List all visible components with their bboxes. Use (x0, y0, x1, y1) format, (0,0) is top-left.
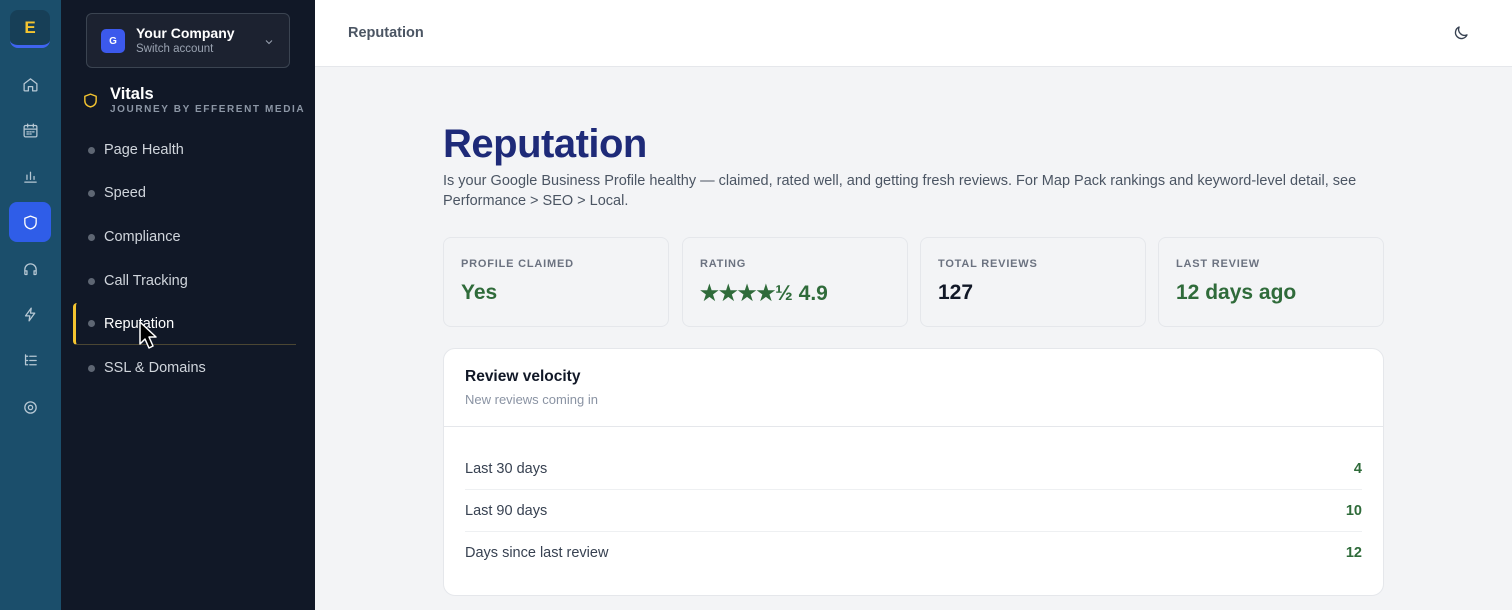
account-name: Your Company (136, 25, 235, 41)
stat-label: TOTAL REVIEWS (938, 258, 1038, 270)
bullet-dot (88, 146, 95, 154)
stat-value: 12 days ago (1176, 281, 1297, 304)
bullet-dot (88, 189, 95, 197)
vitals-nav-button[interactable] (9, 202, 51, 242)
list-item: Days since last review 12 (465, 532, 1362, 574)
bullet-dot (88, 320, 95, 327)
section-subtitle: JOURNEY BY EFFERENT MEDIA (110, 104, 306, 115)
top-bar: Reputation (315, 0, 1512, 67)
panel-title: Review velocity (465, 368, 581, 385)
panel-subtitle: New reviews coming in (465, 392, 598, 407)
stat-label: LAST REVIEW (1176, 258, 1260, 270)
sidebar-item-ssl-domains[interactable]: SSL & Domains (73, 347, 296, 389)
list-tree-icon (24, 353, 37, 365)
row-value: 10 (1345, 502, 1362, 519)
sidebar-item-reputation[interactable]: Reputation (73, 303, 296, 345)
shield-icon (82, 92, 99, 109)
icon-rail: E (0, 0, 61, 610)
section-title: Vitals (110, 85, 154, 103)
sidebar-item-label: SSL & Domains (104, 360, 206, 376)
moon-icon (1454, 26, 1468, 40)
analytics-nav-button[interactable] (9, 156, 51, 196)
list-item: Last 90 days 10 (465, 490, 1362, 532)
bar-chart-icon (23, 171, 37, 183)
home-nav-button[interactable] (9, 64, 51, 104)
bullet-dot (88, 233, 95, 241)
settings-nav-button[interactable] (9, 387, 51, 427)
sidebar-item-compliance[interactable]: Compliance (73, 216, 296, 258)
sidebar-item-speed[interactable]: Speed (73, 172, 296, 214)
review-velocity-panel: Review velocity New reviews coming in La… (443, 348, 1384, 596)
calendar-icon (22, 122, 38, 138)
stat-card-profile-claimed: PROFILE CLAIMED Yes (443, 237, 669, 327)
row-label: Days since last review (465, 545, 609, 561)
sidebar-item-call-tracking[interactable]: Call Tracking (73, 260, 296, 302)
stat-card-last-review: LAST REVIEW 12 days ago (1158, 237, 1384, 327)
sidebar-item-label: Page Health (104, 142, 184, 158)
page-title: Reputation (443, 122, 647, 166)
stat-card-rating: RATING ★★★★½ 4.9 (682, 237, 908, 327)
headset-icon (23, 262, 37, 275)
support-nav-button[interactable] (9, 249, 51, 289)
list-item: Last 30 days 4 (465, 448, 1362, 490)
sidebar-item-label: Compliance (104, 229, 181, 245)
secondary-sidebar: G Your Company Switch account Vitals JOU… (61, 0, 315, 610)
sidebar-item-page-health[interactable]: Page Health (73, 129, 296, 171)
shield-icon (23, 214, 37, 230)
stat-label: RATING (700, 258, 747, 270)
row-label: Last 30 days (465, 460, 548, 477)
breadcrumb: Reputation (348, 25, 424, 41)
page-description: Is your Google Business Profile healthy … (443, 173, 1357, 209)
automation-nav-button[interactable] (9, 294, 51, 334)
sidebar-item-label: Speed (104, 185, 146, 201)
row-label: Last 90 days (465, 502, 548, 519)
sidebar-item-label: Call Tracking (104, 273, 188, 289)
dark-mode-toggle[interactable] (1452, 24, 1470, 42)
home-icon (22, 77, 38, 92)
calendar-nav-button[interactable] (9, 110, 51, 150)
stat-card-total-reviews: TOTAL REVIEWS 127 (920, 237, 1146, 327)
tasks-nav-button[interactable] (9, 340, 51, 380)
stat-value: 127 (938, 281, 974, 304)
stat-value: ★★★★½ 4.9 (700, 282, 828, 305)
account-avatar: G (101, 29, 125, 53)
stat-label: PROFILE CLAIMED (461, 258, 574, 270)
settings-icon (23, 400, 37, 414)
account-switcher[interactable]: G Your Company Switch account (86, 13, 290, 68)
stat-value: Yes (461, 281, 498, 304)
account-switch-label: Switch account (136, 43, 214, 55)
bolt-icon (24, 306, 35, 322)
mouse-cursor-icon (139, 321, 157, 349)
bullet-dot (88, 277, 95, 285)
row-value: 12 (1345, 545, 1362, 561)
bullet-dot (88, 364, 95, 372)
app-logo[interactable]: E (10, 10, 50, 48)
row-value: 4 (1353, 460, 1362, 477)
panel-header: Review velocity New reviews coming in (444, 349, 1383, 427)
chevron-down-icon (263, 35, 275, 47)
